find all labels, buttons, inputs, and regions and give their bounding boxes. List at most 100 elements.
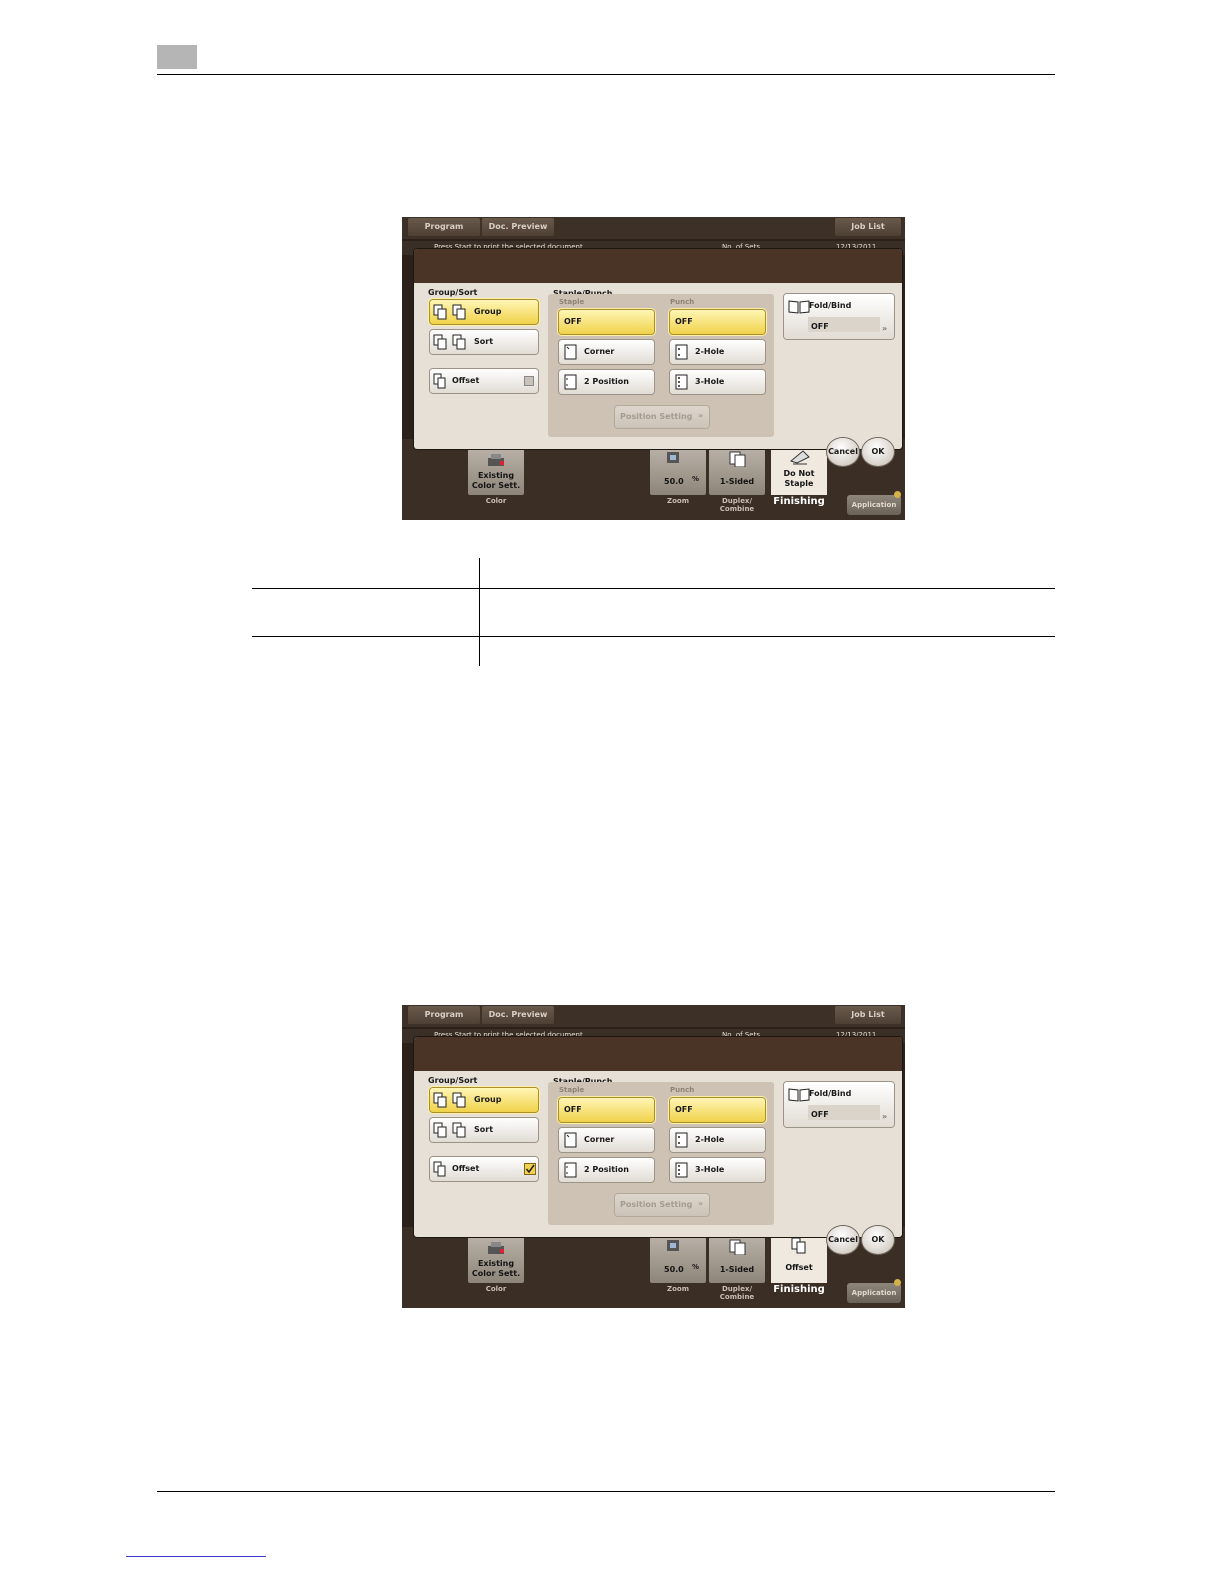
staple-2position-button[interactable]: 2 Position [559,1158,654,1182]
staple-2position-label: 2 Position [584,1165,629,1174]
finishing-value-line1: Do Not [783,469,815,478]
duplex-button[interactable]: 1-Sided [709,449,765,495]
position-setting-button[interactable]: Position Setting » [615,1194,709,1216]
control-panel-screen: Program Doc. Preview Job List Press Star… [402,217,905,520]
tab-doc-preview[interactable]: Doc. Preview [482,1006,554,1024]
footer-link[interactable] [126,1556,266,1557]
fold-bind-value: OFF [811,1110,829,1119]
staple-icon [789,450,810,465]
checkbox-icon[interactable] [524,376,534,386]
position-setting-button[interactable]: Position Setting » [615,406,709,428]
control-panel-screen: Program Doc. Preview Job List Press Star… [402,1005,905,1308]
punch-2hole-label: 2-Hole [695,1135,725,1144]
staple-off-button[interactable]: OFF [559,310,654,334]
group-label: Group [474,307,502,316]
finishing-button[interactable]: Do Not Staple [771,445,827,495]
fold-bind-value: OFF [811,322,829,331]
checkbox-icon[interactable] [524,1163,536,1175]
printer-icon [488,1242,504,1254]
offset-button[interactable]: Offset [430,369,538,393]
fold-bind-button[interactable]: Fold/Bind OFF » [784,1082,894,1127]
tab-program[interactable]: Program [408,218,480,236]
application-button[interactable]: Application [847,1283,901,1303]
staple-corner-icon [564,1132,577,1148]
offset-icon [791,1237,806,1254]
application-button[interactable]: Application [847,495,901,515]
punch-3hole-label: 3-Hole [695,1165,725,1174]
zoom-button[interactable]: 50.0 % [650,1237,706,1283]
chevron-double-right-icon: » [882,1112,888,1121]
group-button[interactable]: Group [430,1088,538,1112]
offset-button[interactable]: Offset [430,1157,538,1181]
staple-2position-button[interactable]: 2 Position [559,370,654,394]
zoom-button[interactable]: 50.0 % [650,449,706,495]
tab-program[interactable]: Program [408,1006,480,1024]
punch-3hole-button[interactable]: 3-Hole [670,1158,765,1182]
header-rule [157,74,1055,75]
application-indicator [894,1279,901,1286]
cancel-button[interactable]: Cancel [827,1226,859,1254]
table-divider-vertical [479,558,480,666]
punch-2hole-button[interactable]: 2-Hole [670,340,765,364]
fold-bind-title: Fold/Bind [809,1089,852,1098]
application-indicator [894,491,901,498]
punch-2hole-label: 2-Hole [695,347,725,356]
punch-off-label: OFF [675,317,693,326]
group-sort-title: Group/Sort [428,288,478,297]
color-label: Color [485,497,507,505]
fold-bind-title: Fold/Bind [809,301,852,310]
group-label: Group [474,1095,502,1104]
staple-2position-label: 2 Position [584,377,629,386]
chevron-double-right-icon: » [882,324,888,333]
staple-off-button[interactable]: OFF [559,1098,654,1122]
ok-button[interactable]: OK [862,438,894,466]
staple-corner-label: Corner [584,347,615,356]
chevron-double-right-icon: » [698,411,704,420]
staple-corner-button[interactable]: Corner [559,340,654,364]
punch-off-button[interactable]: OFF [670,1098,765,1122]
zoom-icon [667,452,679,463]
fold-bind-button[interactable]: Fold/Bind OFF » [784,294,894,339]
table-divider [252,588,1055,589]
punch-off-button[interactable]: OFF [670,310,765,334]
zoom-label: Zoom [667,1285,689,1293]
zoom-value: 50.0 [664,477,684,486]
duplex-label-line1: Duplex/ [721,1285,753,1293]
sort-button[interactable]: Sort [430,1118,538,1142]
staple-corner-button[interactable]: Corner [559,1128,654,1152]
chevron-double-right-icon: » [698,1199,704,1208]
duplex-icon [729,451,746,467]
duplex-label-line1: Duplex/ [721,497,753,505]
cancel-button[interactable]: Cancel [827,438,859,466]
duplex-value: 1-Sided [719,477,755,486]
tab-job-list[interactable]: Job List [835,218,901,236]
zoom-icon [667,1240,679,1251]
staple-2pos-icon [564,374,577,390]
sort-button[interactable]: Sort [430,330,538,354]
duplex-label-line2: Combine [719,505,755,513]
duplex-button[interactable]: 1-Sided [709,1237,765,1283]
color-button[interactable]: Existing Color Sett. [468,449,524,495]
zoom-unit: % [692,475,700,483]
staple-2pos-icon [564,1162,577,1178]
punch-3hole-icon [675,374,688,390]
position-setting-label: Position Setting [620,1200,693,1209]
group-button[interactable]: Group [430,300,538,324]
color-value-line2: Color Sett. [471,481,521,490]
punch-3hole-label: 3-Hole [695,377,725,386]
tab-job-list[interactable]: Job List [835,1006,901,1024]
finishing-value-line1: Offset [785,1263,813,1272]
punch-3hole-button[interactable]: 3-Hole [670,370,765,394]
finishing-label: Finishing [773,496,825,507]
ok-button[interactable]: OK [862,1226,894,1254]
tab-doc-preview[interactable]: Doc. Preview [482,218,554,236]
offset-label: Offset [452,376,480,385]
printer-icon [488,454,504,466]
staple-corner-icon [564,344,577,360]
punch-2hole-button[interactable]: 2-Hole [670,1128,765,1152]
finishing-button[interactable]: Offset [771,1233,827,1283]
duplex-icon [729,1239,746,1255]
color-button[interactable]: Existing Color Sett. [468,1237,524,1283]
group-icon [433,1092,466,1108]
staple-corner-label: Corner [584,1135,615,1144]
